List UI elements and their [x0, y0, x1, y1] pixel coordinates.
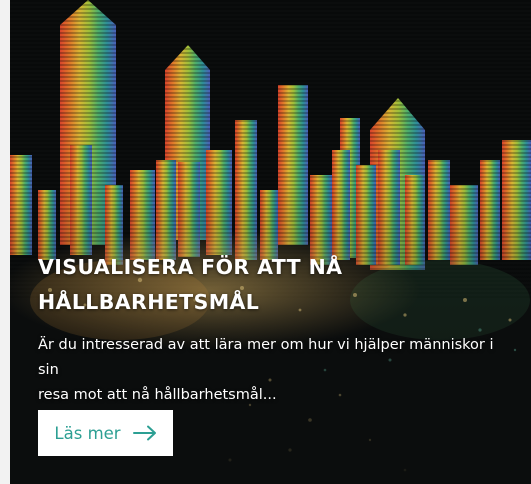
read-more-button[interactable]: Läs mer — [38, 410, 173, 456]
card-title: VISUALISERA FÖR ATT NÅ HÅLLBARHETSMÅL — [38, 250, 498, 320]
card-description-line-1: Är du intresserad av att lära mer om hur… — [38, 337, 494, 378]
card-title-line-2: HÅLLBARHETSMÅL — [38, 290, 260, 314]
card-description-line-2: resa mot att nå hållbarhetsmål... — [38, 387, 277, 403]
article-card[interactable]: VISUALISERA FÖR ATT NÅ HÅLLBARHETSMÅL Är… — [10, 0, 531, 484]
card-description: Är du intresserad av att lära mer om hur… — [38, 333, 518, 408]
arrow-right-icon — [132, 425, 156, 441]
card-title-line-1: VISUALISERA FÖR ATT NÅ — [38, 255, 343, 279]
read-more-label: Läs mer — [54, 423, 121, 443]
